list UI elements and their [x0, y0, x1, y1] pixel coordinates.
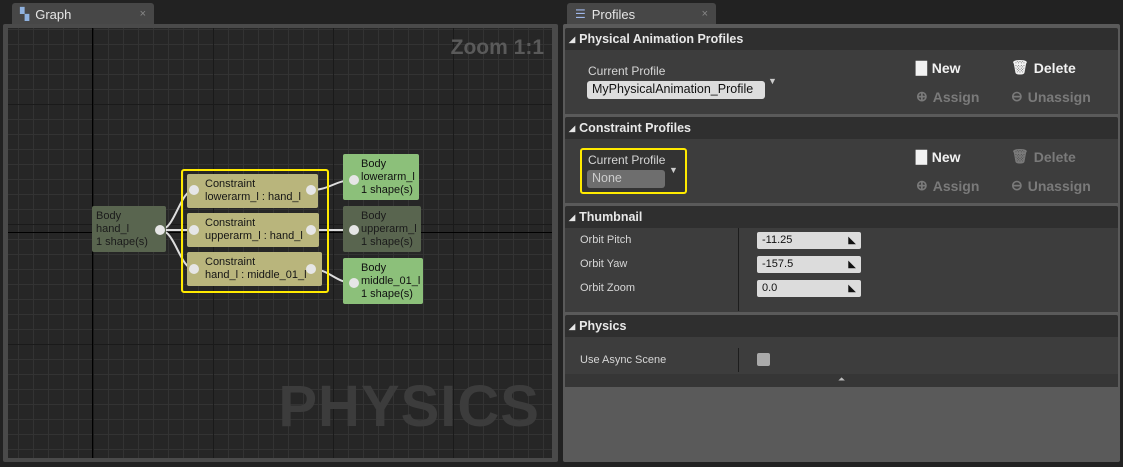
constraint-node-hand-middle[interactable]: Constraint hand_l : middle_01_l	[187, 252, 322, 286]
cp-delete-button[interactable]: 🗑 Delete	[1011, 148, 1076, 165]
plus-circle-icon: ⊕	[916, 177, 928, 193]
pap-new-button[interactable]: ▇ New	[916, 59, 961, 76]
cp-new-button[interactable]: ▇ New	[916, 148, 961, 165]
pap-profile-combo[interactable]: MyPhysicalAnimation_Profile	[587, 81, 765, 99]
current-profile-label: Current Profile	[588, 153, 666, 167]
pin[interactable]	[189, 225, 199, 235]
close-icon[interactable]: ×	[702, 8, 708, 20]
tab-profiles[interactable]: ☰ Profiles ×	[567, 3, 716, 25]
expand-arrow-icon: ⏶	[837, 374, 846, 384]
pap-unassign-button[interactable]: ⊖ Unassign	[1011, 88, 1091, 105]
pin[interactable]	[306, 225, 316, 235]
drag-handle-icon: ◣	[848, 283, 856, 294]
orbit-zoom-label: Orbit Zoom	[580, 282, 636, 294]
collapse-triangle-icon: ◢	[569, 34, 576, 44]
advanced-expand-button[interactable]: ⏶	[565, 374, 1118, 387]
pap-delete-button[interactable]: 🗑 Delete	[1011, 59, 1076, 76]
cp-assign-button[interactable]: ⊕ Assign	[916, 177, 979, 194]
section-thumbnail[interactable]: ◢ Thumbnail	[565, 206, 1118, 228]
pin[interactable]	[189, 264, 199, 274]
pin[interactable]	[306, 185, 316, 195]
use-async-scene-checkbox[interactable]	[757, 353, 770, 366]
minus-circle-icon: ⊖	[1011, 177, 1023, 193]
section-constraint-profiles[interactable]: ◢ Constraint Profiles	[565, 117, 1118, 139]
current-profile-label: Current Profile	[588, 64, 666, 78]
profiles-icon: ☰	[575, 7, 586, 21]
section-physical-animation-profiles[interactable]: ◢ Physical Animation Profiles	[565, 28, 1118, 50]
column-splitter[interactable]	[738, 348, 739, 372]
trash-icon: 🗑	[1011, 59, 1029, 75]
pin[interactable]	[155, 225, 165, 235]
constraint-node-upperarm-hand[interactable]: Constraint upperarm_l : hand_l	[187, 213, 319, 247]
pin[interactable]	[189, 185, 199, 195]
orbit-yaw-label: Orbit Yaw	[580, 258, 628, 270]
cp-profile-combo[interactable]: None	[587, 170, 665, 188]
cp-unassign-button[interactable]: ⊖ Unassign	[1011, 177, 1091, 194]
pin[interactable]	[349, 175, 359, 185]
trash-icon: 🗑	[1011, 148, 1029, 164]
drag-handle-icon: ◣	[848, 235, 856, 246]
pin[interactable]	[349, 278, 359, 288]
new-file-icon: ▇	[916, 59, 927, 75]
orbit-zoom-input[interactable]: 0.0 ◣	[757, 280, 861, 297]
orbit-pitch-label: Orbit Pitch	[580, 234, 632, 246]
section-physics[interactable]: ◢ Physics	[565, 315, 1118, 337]
column-splitter[interactable]	[738, 228, 739, 311]
dropdown-arrow-icon[interactable]: ▼	[768, 76, 777, 86]
collapse-triangle-icon: ◢	[569, 123, 576, 133]
dropdown-arrow-icon[interactable]: ▼	[669, 165, 678, 175]
plus-circle-icon: ⊕	[916, 88, 928, 104]
minus-circle-icon: ⊖	[1011, 88, 1023, 104]
new-file-icon: ▇	[916, 148, 927, 164]
drag-handle-icon: ◣	[848, 259, 856, 270]
pin[interactable]	[349, 225, 359, 235]
orbit-yaw-input[interactable]: -157.5 ◣	[757, 256, 861, 273]
use-async-scene-label: Use Async Scene	[580, 354, 667, 366]
collapse-triangle-icon: ◢	[569, 321, 576, 331]
pap-assign-button[interactable]: ⊕ Assign	[916, 88, 979, 105]
orbit-pitch-input[interactable]: -11.25 ◣	[757, 232, 861, 249]
pin[interactable]	[306, 264, 316, 274]
constraint-node-lowerarm-hand[interactable]: Constraint lowerarm_l : hand_l	[187, 174, 318, 208]
collapse-triangle-icon: ◢	[569, 212, 576, 222]
